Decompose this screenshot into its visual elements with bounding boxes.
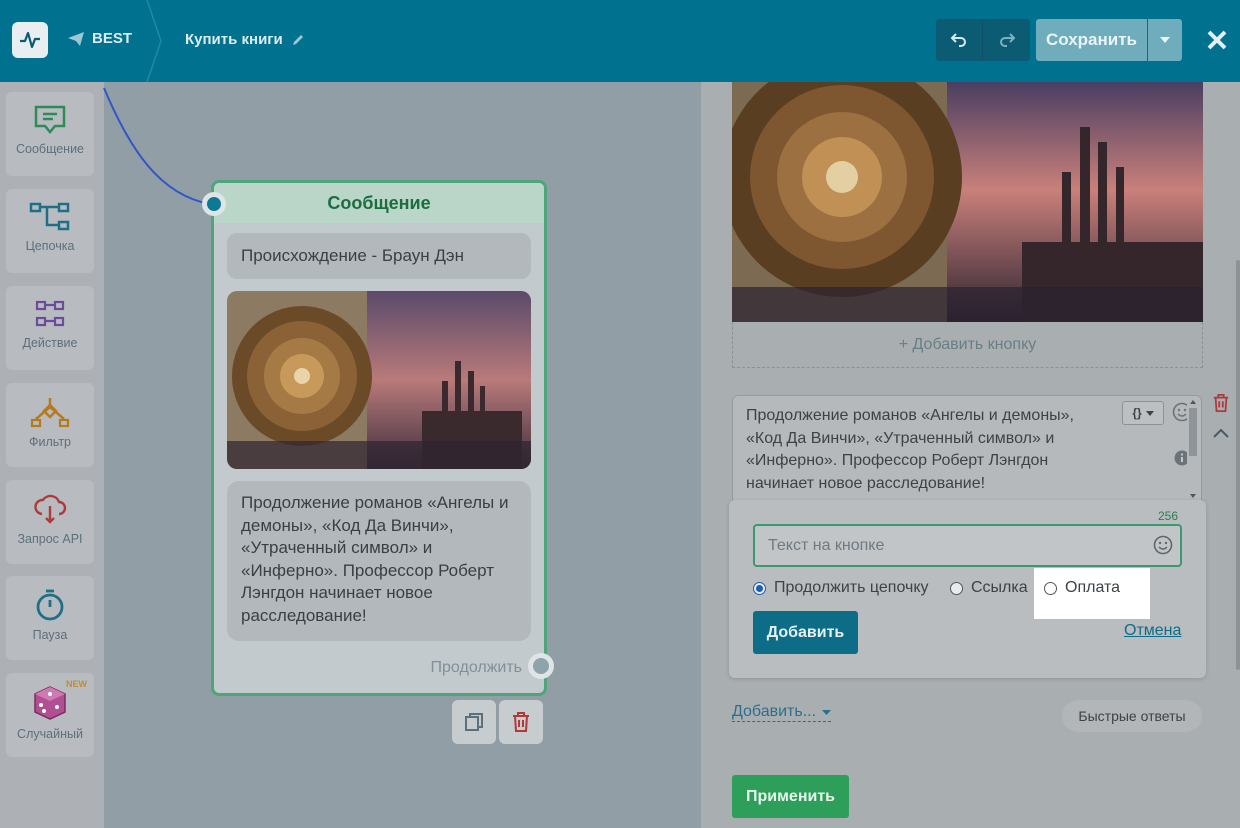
undo-button[interactable] (936, 19, 983, 61)
emoji-icon (1153, 535, 1173, 555)
cancel-link[interactable]: Отмена (1124, 622, 1181, 640)
trash-icon (513, 712, 529, 732)
delete-block-button[interactable] (1212, 394, 1230, 417)
close-icon (1207, 30, 1227, 50)
undo-icon (950, 33, 966, 47)
button-text-input[interactable]: Текст на кнопке (753, 524, 1182, 567)
book-cover-image (227, 291, 531, 469)
save-button[interactable]: Сохранить (1036, 19, 1147, 61)
copy-icon (465, 713, 483, 731)
delete-node-button[interactable] (499, 700, 543, 744)
node-header: Сообщение (214, 183, 544, 223)
close-button[interactable] (1200, 22, 1234, 58)
quick-replies-button[interactable]: Быстрые ответы (1062, 700, 1202, 732)
radio-link[interactable]: Ссылка (950, 577, 1028, 599)
variable-braces-label: {} (1132, 406, 1142, 420)
message-node[interactable]: Сообщение Происхождение - Браун Дэн Прод… (211, 180, 547, 696)
caret-down-icon (1160, 37, 1170, 43)
duplicate-node-button[interactable] (452, 700, 496, 744)
node-input-port[interactable] (202, 192, 226, 216)
redo-icon (999, 33, 1015, 47)
radio-payment[interactable]: Оплата (1044, 577, 1120, 599)
add-more-label: Добавить... (732, 703, 817, 720)
input-emoji-button[interactable] (1153, 535, 1173, 560)
trash-icon (1213, 394, 1229, 412)
insert-variable-button[interactable]: {} (1122, 401, 1164, 425)
radio-payment-label: Оплата (1065, 579, 1121, 596)
radio-continue-label: Продолжить цепочку (774, 579, 929, 596)
editor-image[interactable] (732, 82, 1203, 322)
node-continue-label: Продолжить (430, 659, 522, 676)
add-submit-button[interactable]: Добавить (753, 611, 858, 654)
add-more-dropdown[interactable]: Добавить... (732, 703, 832, 722)
history-controls (936, 19, 1030, 61)
radio-indicator (950, 581, 963, 595)
node-message-text: Продолжение романов «Ангелы и демоны», «… (227, 481, 531, 641)
move-up-button[interactable] (1212, 426, 1230, 445)
textarea-scrollbar[interactable] (1187, 397, 1199, 501)
chevron-up-icon (1213, 428, 1229, 438)
radio-continue-chain[interactable]: Продолжить цепочку (753, 577, 929, 599)
radio-indicator (1044, 581, 1057, 595)
caret-down-icon (822, 709, 832, 715)
save-options-button[interactable] (1148, 19, 1182, 61)
node-title: Происхождение - Браун Дэн (227, 233, 531, 279)
redo-button[interactable] (983, 19, 1030, 61)
panel-scrollbar[interactable] (1236, 260, 1240, 670)
apply-button[interactable]: Применить (732, 775, 849, 818)
char-counter: 256 (1158, 509, 1179, 523)
add-button-link[interactable]: + Добавить кнопку (732, 322, 1203, 368)
node-image (227, 291, 531, 469)
caret-down-icon (1145, 410, 1154, 416)
message-textarea-content: Продолжение романов «Ангелы и демоны», «… (746, 407, 1074, 492)
editor-book-cover-image (732, 82, 1203, 322)
radio-link-label: Ссылка (971, 579, 1028, 596)
node-output-port[interactable] (528, 653, 554, 679)
radio-selected-indicator (753, 581, 766, 595)
